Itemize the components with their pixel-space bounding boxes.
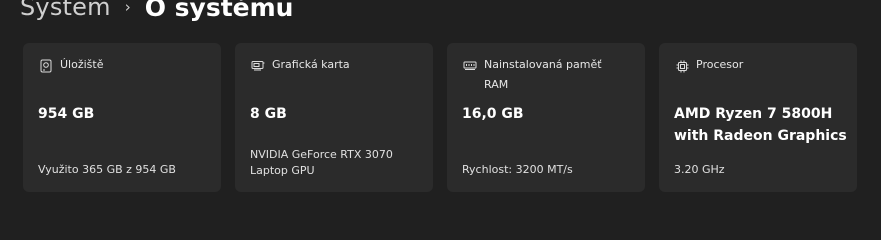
- ram-value: 16,0 GB: [462, 106, 524, 122]
- processor-label: Procesor: [696, 58, 744, 71]
- storage-card[interactable]: Úložiště 954 GB Využito 365 GB z 954 GB: [23, 43, 221, 192]
- hard-drive-icon: [38, 59, 54, 73]
- graphics-card-icon: [250, 59, 266, 73]
- processor-card[interactable]: Procesor AMD Ryzen 7 5800H with Radeon G…: [659, 43, 857, 192]
- ram-speed: Rychlost: 3200 MT/s: [462, 163, 573, 176]
- processor-speed: 3.20 GHz: [674, 163, 725, 176]
- graphics-card-model: NVIDIA GeForce RTX 3070 Laptop GPU: [250, 148, 393, 177]
- graphics-card-label: Grafická karta: [272, 58, 350, 71]
- page-title: O systému: [144, 0, 294, 22]
- storage-value: 954 GB: [38, 106, 95, 122]
- chevron-right-icon: ›: [124, 0, 131, 16]
- graphics-card-card[interactable]: Grafická karta 8 GB NVIDIA GeForce RTX 3…: [235, 43, 433, 192]
- graphics-card-value: 8 GB: [250, 106, 287, 122]
- ram-card[interactable]: Nainstalovaná paměť RAM 16,0 GB Rychlost…: [447, 43, 645, 192]
- breadcrumb: Systém › O systému: [20, 0, 293, 24]
- memory-icon: [462, 59, 478, 73]
- processor-icon: [674, 59, 690, 73]
- ram-label: Nainstalovaná paměť RAM: [484, 58, 602, 91]
- processor-value: AMD Ryzen 7 5800H with Radeon Graphics: [674, 106, 847, 144]
- storage-usage: Využito 365 GB z 954 GB: [38, 163, 176, 176]
- storage-label: Úložiště: [60, 58, 104, 71]
- breadcrumb-system-link[interactable]: Systém: [20, 0, 111, 21]
- about-system-page: Systém › O systému Úložiště 954 GB Využi…: [0, 0, 881, 225]
